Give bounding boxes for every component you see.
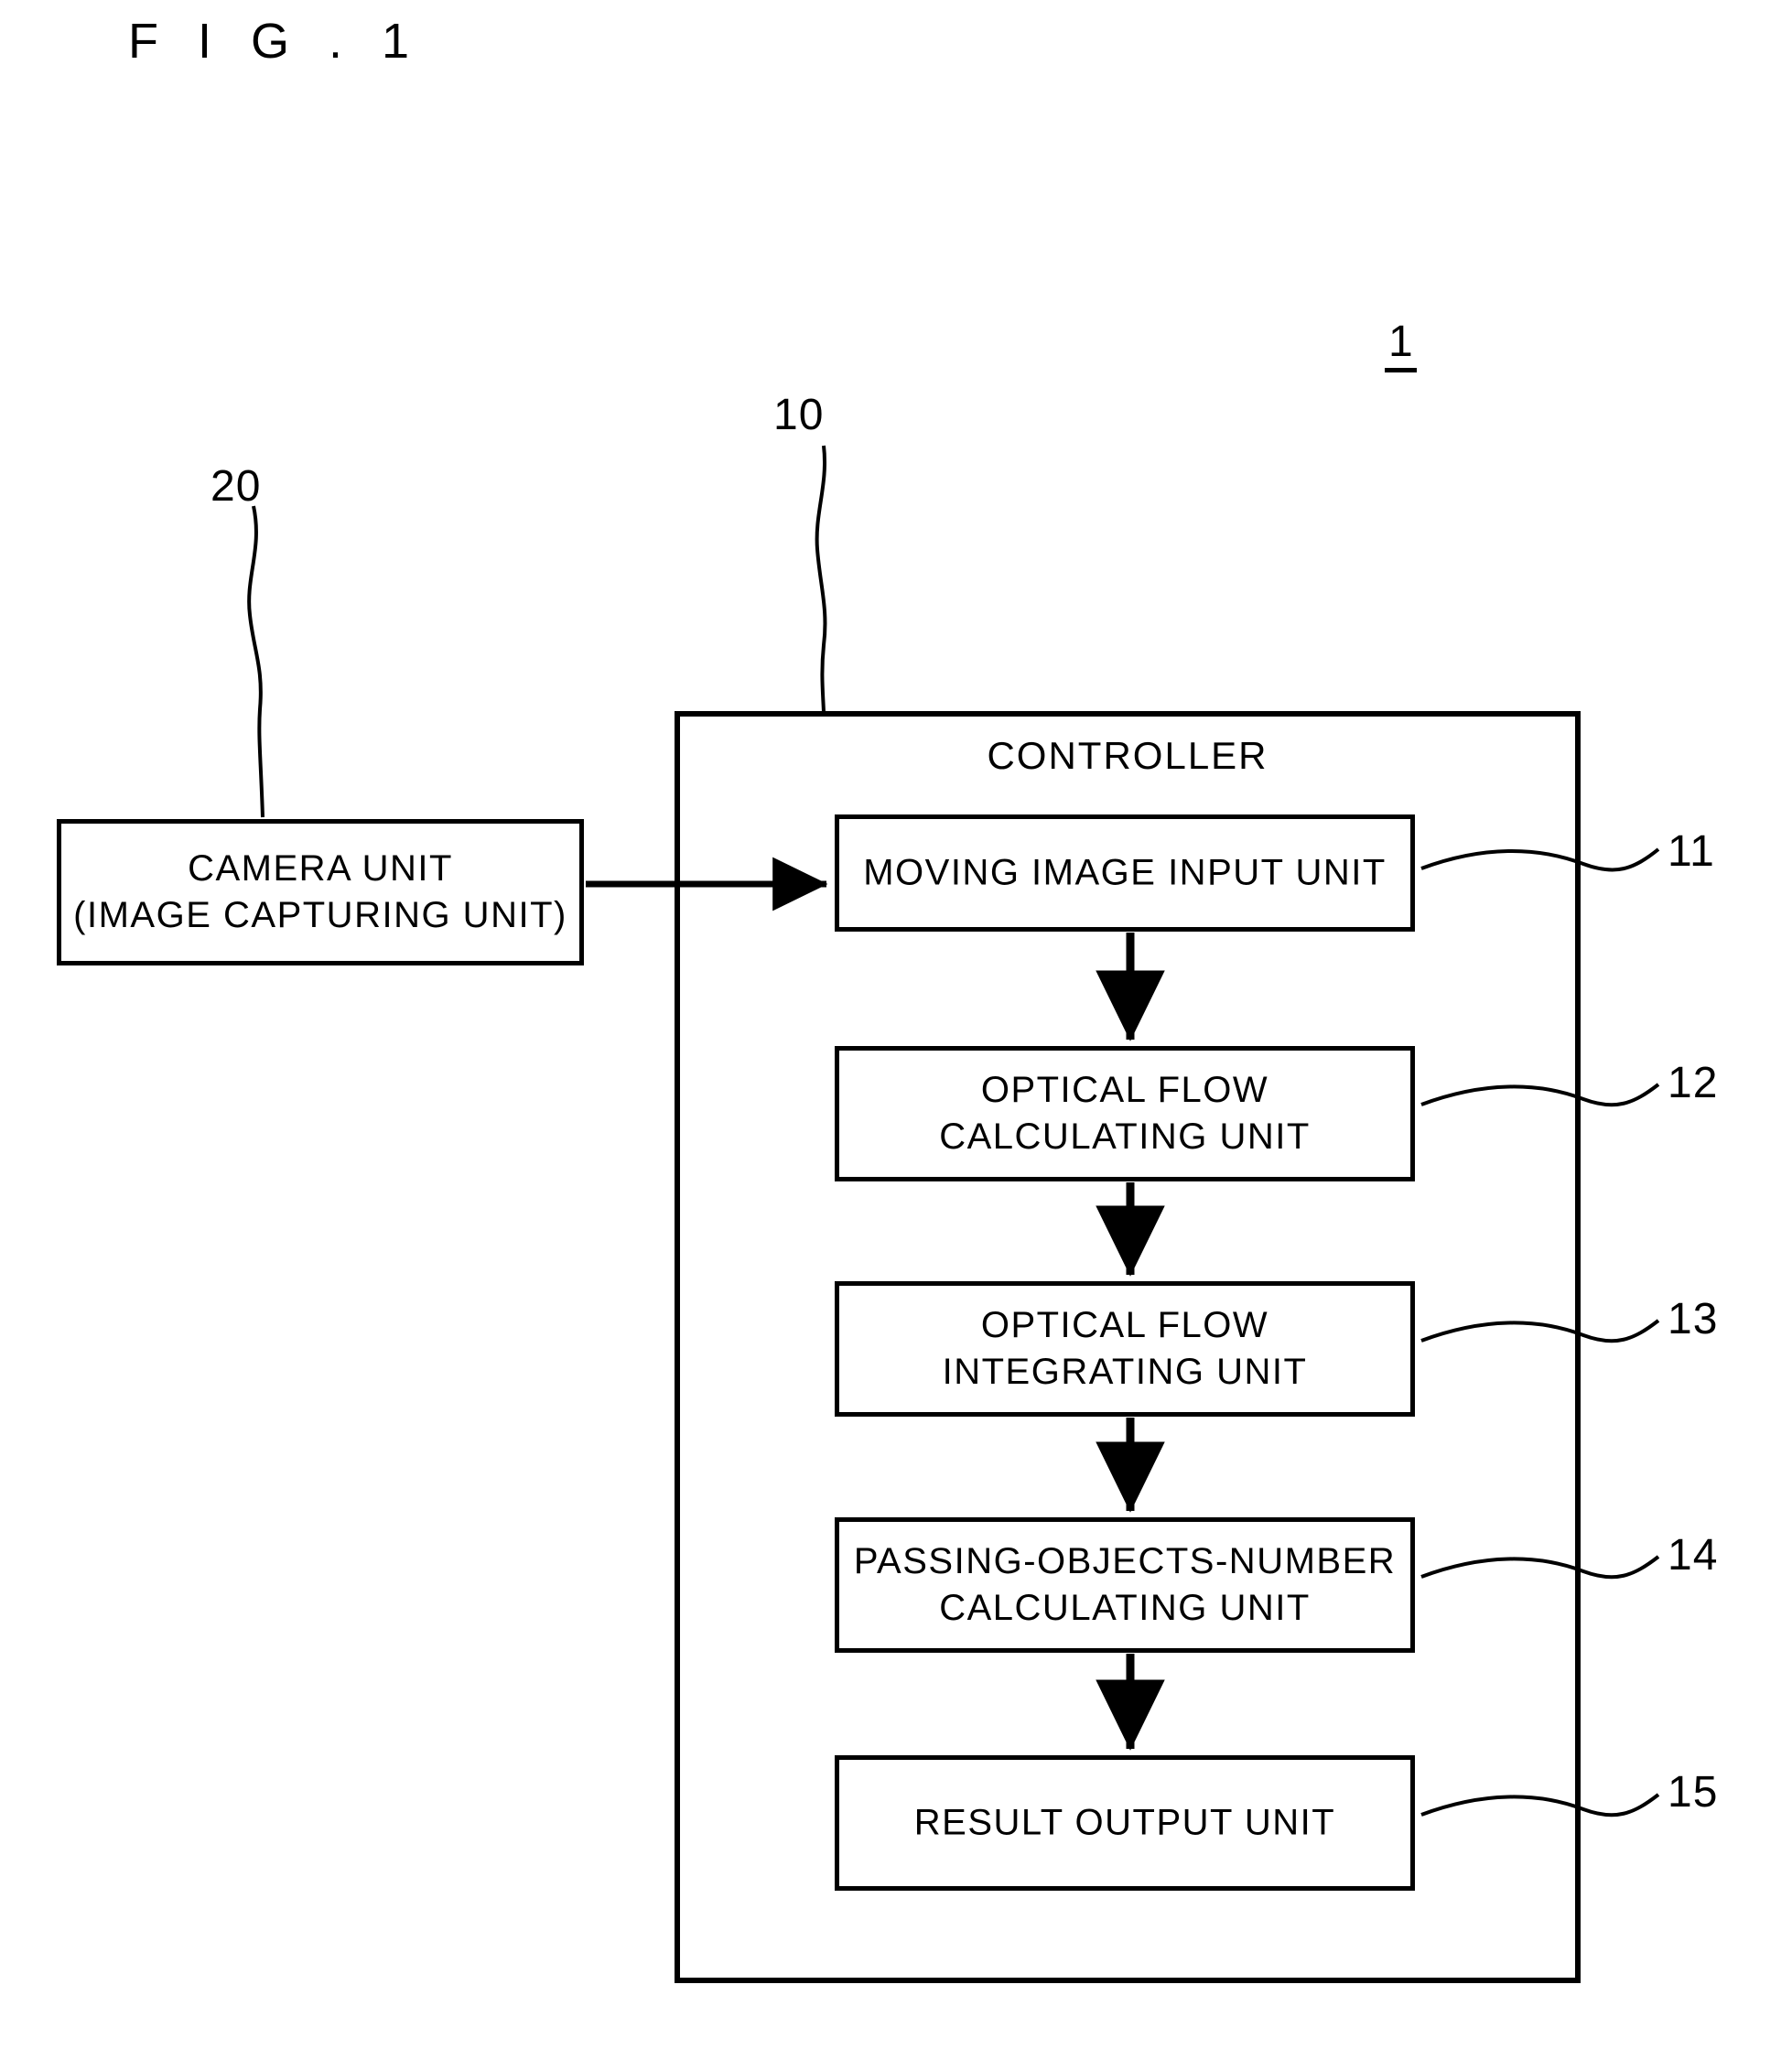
reference-numeral-14: 14: [1668, 1531, 1719, 1580]
moving-image-input-unit-block: MOVING IMAGE INPUT UNIT: [835, 814, 1415, 932]
camera-unit-label: CAMERA UNIT (IMAGE CAPTURING UNIT): [73, 848, 567, 936]
system-reference-numeral: 1: [1385, 320, 1417, 372]
reference-numeral-12: 12: [1668, 1059, 1719, 1107]
leader-line-20: [247, 505, 264, 818]
leader-line-10: [815, 445, 827, 713]
moving-image-input-unit-label: MOVING IMAGE INPUT UNIT: [863, 852, 1387, 893]
optical-flow-integrating-unit-block: OPTICAL FLOW INTEGRATING UNIT: [835, 1281, 1415, 1417]
passing-objects-number-calculating-unit-block: PASSING-OBJECTS-NUMBER CALCULATING UNIT: [835, 1517, 1415, 1653]
passing-objects-number-calculating-unit-label: PASSING-OBJECTS-NUMBER CALCULATING UNIT: [853, 1540, 1397, 1628]
controller-label: CONTROLLER: [987, 734, 1268, 777]
figure-title: F I G . 1: [128, 14, 423, 69]
optical-flow-calculating-unit-block: OPTICAL FLOW CALCULATING UNIT: [835, 1046, 1415, 1181]
result-output-unit-block: RESULT OUTPUT UNIT: [835, 1755, 1415, 1891]
optical-flow-integrating-unit-label: OPTICAL FLOW INTEGRATING UNIT: [942, 1304, 1308, 1392]
reference-numeral-15: 15: [1668, 1768, 1719, 1817]
reference-numeral-13: 13: [1668, 1295, 1719, 1343]
optical-flow-calculating-unit-label: OPTICAL FLOW CALCULATING UNIT: [939, 1069, 1311, 1157]
reference-numeral-11: 11: [1668, 827, 1715, 876]
reference-numeral-10: 10: [773, 391, 825, 439]
camera-unit-block: CAMERA UNIT (IMAGE CAPTURING UNIT): [57, 819, 584, 965]
reference-numeral-20: 20: [211, 462, 262, 511]
result-output-unit-label: RESULT OUTPUT UNIT: [913, 1802, 1336, 1843]
